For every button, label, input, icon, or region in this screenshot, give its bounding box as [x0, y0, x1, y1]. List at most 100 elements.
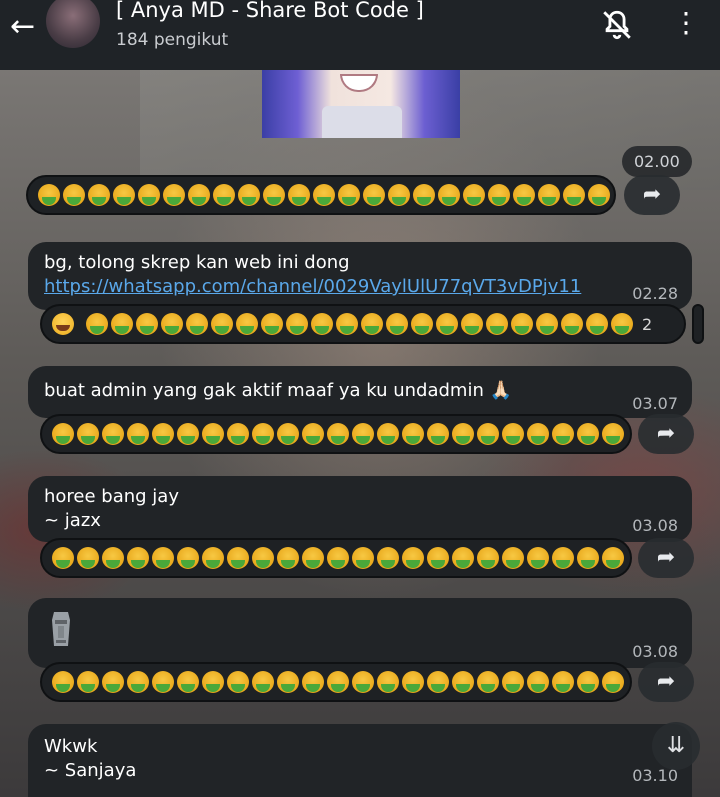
- message-text: buat admin yang gak aktif maaf ya ku und…: [44, 380, 513, 401]
- nauseated-emoji-icon: [77, 547, 99, 569]
- nauseated-emoji-icon: [452, 671, 474, 693]
- nauseated-emoji-icon: [236, 313, 258, 335]
- nauseated-emoji-icon: [536, 313, 558, 335]
- nauseated-emoji-icon: [238, 184, 260, 206]
- nauseated-emoji-icon: [202, 547, 224, 569]
- nauseated-emoji-icon: [327, 671, 349, 693]
- nauseated-emoji-icon: [88, 184, 110, 206]
- message-bubble[interactable]: 03.08: [28, 598, 692, 668]
- nauseated-emoji-icon: [38, 184, 60, 206]
- nauseated-emoji-icon: [177, 547, 199, 569]
- nauseated-emoji-icon: [188, 184, 210, 206]
- nauseated-emoji-icon: [438, 184, 460, 206]
- message-bubble[interactable]: buat admin yang gak aktif maaf ya ku und…: [28, 366, 692, 418]
- more-vertical-icon[interactable]: ⋮: [672, 8, 700, 42]
- nauseated-emoji-icon: [513, 184, 535, 206]
- nauseated-emoji-icon: [352, 547, 374, 569]
- nauseated-emoji-icon: [552, 671, 574, 693]
- reaction-bar[interactable]: [40, 662, 632, 702]
- share-forward-icon[interactable]: ➦: [638, 414, 694, 454]
- nauseated-emoji-icon: [127, 547, 149, 569]
- nauseated-emoji-icon: [252, 423, 274, 445]
- nauseated-emoji-icon: [588, 184, 610, 206]
- nauseated-emoji-icon: [413, 184, 435, 206]
- nauseated-emoji-icon: [211, 313, 233, 335]
- image-preview[interactable]: [262, 70, 460, 138]
- nauseated-emoji-icon: [477, 423, 499, 445]
- message-bubble[interactable]: bg, tolong skrep kan web ini dong https:…: [28, 242, 692, 310]
- nauseated-emoji-icon: [152, 547, 174, 569]
- nauseated-emoji-icon: [377, 423, 399, 445]
- image-content: [340, 74, 378, 92]
- reaction-bar[interactable]: 2: [40, 304, 686, 344]
- message-text: bg, tolong skrep kan web ini dong: [44, 252, 350, 273]
- nauseated-emoji-icon: [377, 547, 399, 569]
- message-bubble[interactable]: Wkwk ~ Sanjaya 03.10: [28, 724, 692, 797]
- message-link[interactable]: https://whatsapp.com/channel/0029VaylUlU…: [44, 276, 581, 297]
- nauseated-emoji-icon: [602, 547, 624, 569]
- channel-title[interactable]: [ Anya MD - Share Bot Code ]: [116, 0, 424, 22]
- avatar[interactable]: [46, 0, 100, 48]
- message-time: 02.00: [622, 146, 692, 177]
- moai-icon: [52, 612, 70, 646]
- nauseated-emoji-icon: [102, 671, 124, 693]
- reaction-bar[interactable]: [26, 175, 616, 215]
- nauseated-emoji-icon: [502, 423, 524, 445]
- scrollbar[interactable]: [692, 304, 704, 344]
- nauseated-emoji-icon: [388, 184, 410, 206]
- nauseated-emoji-icon: [163, 184, 185, 206]
- nauseated-emoji-icon: [352, 423, 374, 445]
- reaction-bar[interactable]: [40, 414, 632, 454]
- nauseated-emoji-icon: [202, 423, 224, 445]
- nauseated-emoji-icon: [52, 547, 74, 569]
- nauseated-emoji-icon: [177, 671, 199, 693]
- laughing-emoji-icon: [52, 313, 74, 335]
- nauseated-emoji-icon: [427, 671, 449, 693]
- nauseated-emoji-icon: [213, 184, 235, 206]
- bell-off-icon[interactable]: [600, 8, 634, 42]
- message-time: 03.08: [632, 516, 678, 535]
- nauseated-emoji-icon: [161, 313, 183, 335]
- nauseated-emoji-icon: [86, 313, 108, 335]
- nauseated-emoji-icon: [138, 184, 160, 206]
- nauseated-emoji-icon: [361, 313, 383, 335]
- nauseated-emoji-icon: [563, 184, 585, 206]
- double-chevron-down-icon[interactable]: ⇊: [652, 722, 700, 770]
- share-forward-icon[interactable]: ➦: [624, 175, 680, 215]
- nauseated-emoji-icon: [527, 671, 549, 693]
- nauseated-emoji-icon: [313, 184, 335, 206]
- nauseated-emoji-icon: [402, 423, 424, 445]
- message-bubble[interactable]: horee bang jay ~ jazx 03.08: [28, 476, 692, 542]
- nauseated-emoji-icon: [261, 313, 283, 335]
- nauseated-emoji-icon: [552, 423, 574, 445]
- share-forward-icon[interactable]: ➦: [638, 662, 694, 702]
- nauseated-emoji-icon: [352, 671, 374, 693]
- nauseated-emoji-icon: [227, 671, 249, 693]
- nauseated-emoji-icon: [277, 671, 299, 693]
- nauseated-emoji-icon: [136, 313, 158, 335]
- nauseated-emoji-icon: [377, 671, 399, 693]
- nauseated-emoji-icon: [111, 313, 133, 335]
- nauseated-emoji-icon: [102, 547, 124, 569]
- message-text: Wkwk: [44, 736, 98, 757]
- nauseated-emoji-icon: [452, 423, 474, 445]
- nauseated-emoji-icon: [561, 313, 583, 335]
- nauseated-emoji-icon: [227, 547, 249, 569]
- nauseated-emoji-icon: [186, 313, 208, 335]
- nauseated-emoji-icon: [277, 423, 299, 445]
- nauseated-emoji-icon: [113, 184, 135, 206]
- reaction-count: 2: [642, 314, 653, 334]
- nauseated-emoji-icon: [427, 547, 449, 569]
- reaction-bar[interactable]: [40, 538, 632, 578]
- nauseated-emoji-icon: [488, 184, 510, 206]
- nauseated-emoji-icon: [202, 671, 224, 693]
- message-time: 03.08: [632, 642, 678, 661]
- nauseated-emoji-icon: [436, 313, 458, 335]
- nauseated-emoji-icon: [502, 671, 524, 693]
- nauseated-emoji-icon: [427, 423, 449, 445]
- share-forward-icon[interactable]: ➦: [638, 538, 694, 578]
- message-author: ~ Sanjaya: [44, 760, 137, 781]
- arrow-left-icon[interactable]: ←: [10, 12, 46, 48]
- nauseated-emoji-icon: [63, 184, 85, 206]
- nauseated-emoji-icon: [486, 313, 508, 335]
